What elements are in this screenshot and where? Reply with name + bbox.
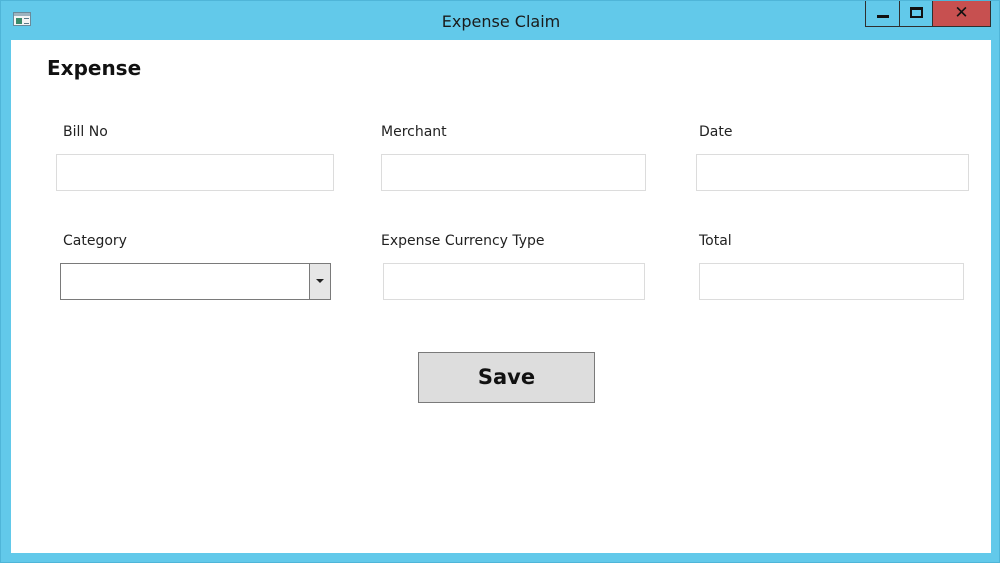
window-title: Expense Claim	[441, 12, 561, 31]
category-dropdown-button[interactable]	[309, 264, 330, 299]
total-label: Total	[699, 233, 732, 249]
minimize-button[interactable]	[865, 1, 899, 27]
maximize-icon	[910, 7, 923, 18]
title-bar[interactable]: Expense Claim ✕	[1, 1, 1000, 40]
close-icon: ✕	[954, 3, 969, 23]
date-field[interactable]	[696, 154, 969, 191]
currency-type-field[interactable]	[383, 263, 645, 300]
form-heading: Expense	[47, 56, 142, 80]
total-field[interactable]	[699, 263, 964, 300]
bill-no-field[interactable]	[56, 154, 334, 191]
minimize-icon	[877, 15, 889, 18]
save-button[interactable]: Save	[418, 352, 595, 403]
bill-no-label: Bill No	[63, 124, 108, 140]
maximize-button[interactable]	[899, 1, 932, 27]
chevron-down-icon	[316, 279, 324, 283]
currency-type-label: Expense Currency Type	[381, 233, 545, 249]
merchant-label: Merchant	[381, 124, 447, 140]
form-panel: Expense Bill No Merchant Date Category E…	[11, 40, 991, 553]
window-controls: ✕	[865, 1, 991, 27]
category-label: Category	[63, 233, 127, 249]
date-label: Date	[699, 124, 733, 140]
close-button[interactable]: ✕	[932, 1, 991, 27]
merchant-field[interactable]	[381, 154, 646, 191]
category-dropdown[interactable]	[60, 263, 331, 300]
app-window: Expense Claim ✕ Expense Bill No Merchant…	[0, 0, 1000, 563]
